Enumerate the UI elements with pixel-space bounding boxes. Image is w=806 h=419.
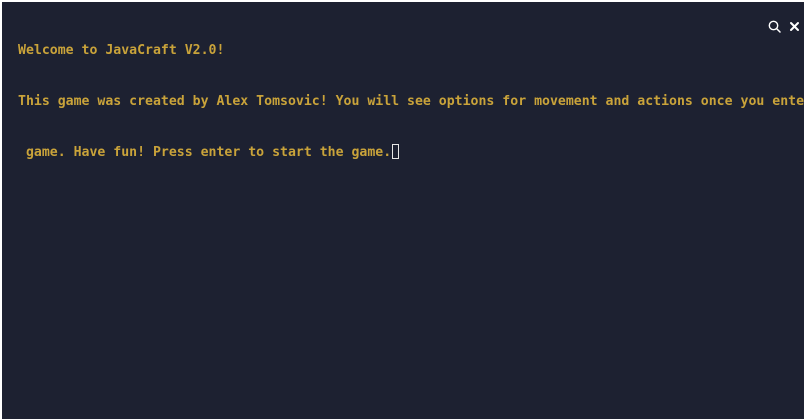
search-icon [768,20,781,33]
close-button[interactable] [785,17,803,35]
close-icon [789,21,799,31]
terminal-line-prompt: game. Have fun! Press enter to start the… [18,144,798,161]
terminal-window[interactable]: Welcome to JavaCraft V2.0! This game was… [2,2,804,419]
terminal-toolbar [764,15,804,37]
terminal-output: Welcome to JavaCraft V2.0! This game was… [18,8,804,195]
terminal-line: Welcome to JavaCraft V2.0! [18,43,225,58]
search-button[interactable] [765,17,783,35]
terminal-line-text: game. Have fun! Press enter to start the… [18,145,392,160]
terminal-line: This game was created by Alex Tomsovic! … [18,94,804,109]
text-cursor [392,144,400,159]
